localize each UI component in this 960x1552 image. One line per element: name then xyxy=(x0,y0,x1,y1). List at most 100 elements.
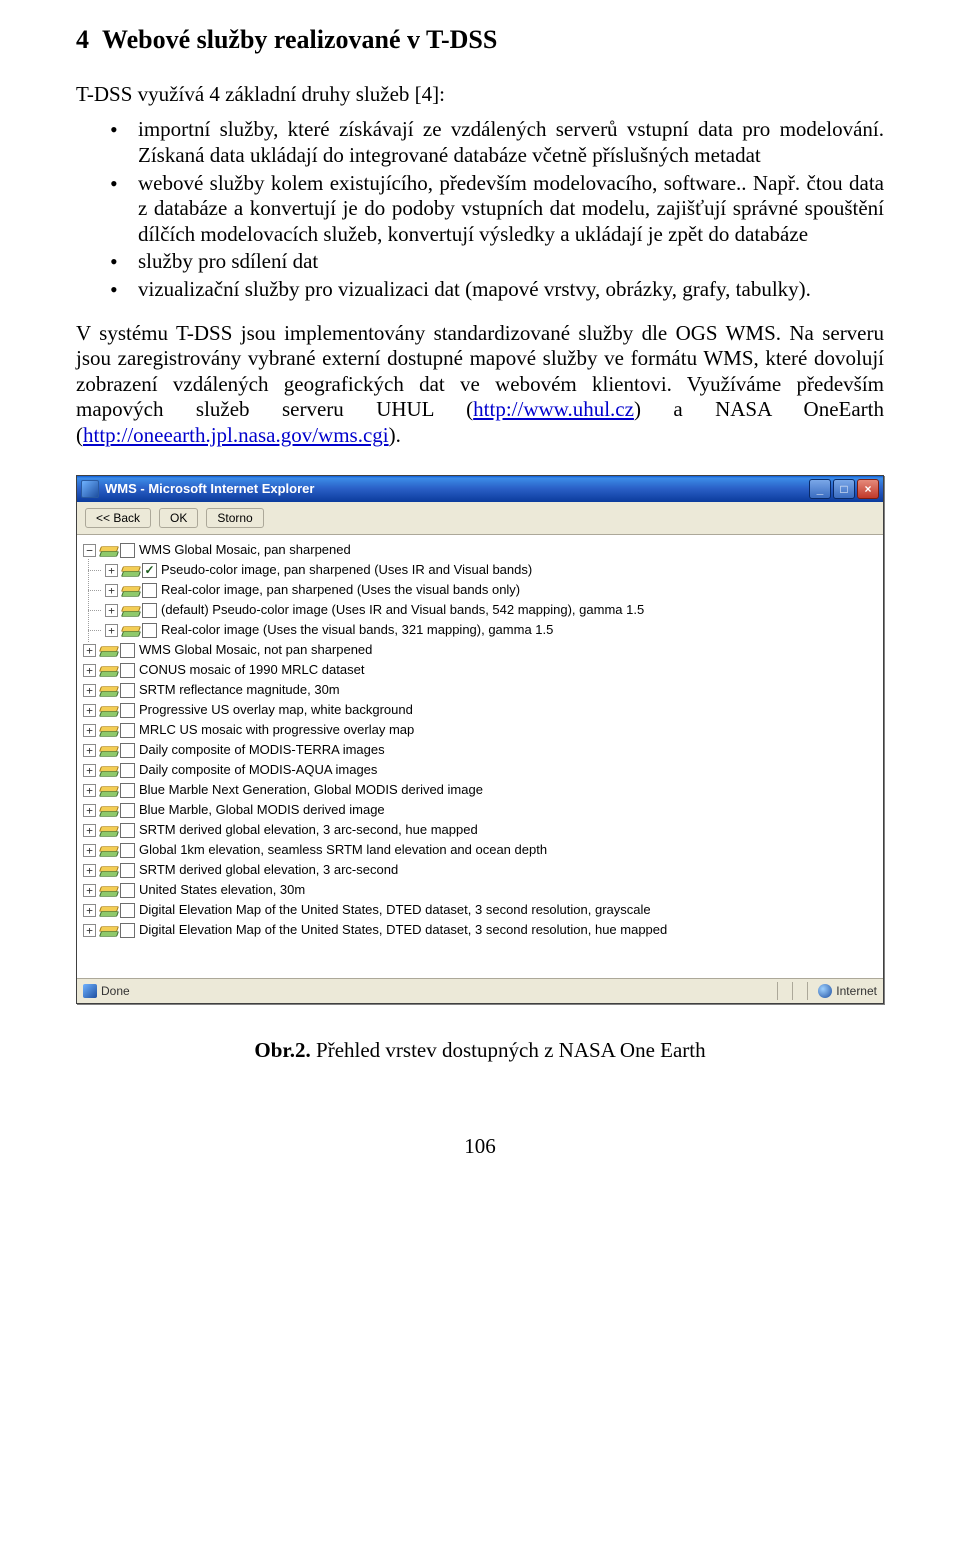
tree-node-label: Digital Elevation Map of the United Stat… xyxy=(139,902,651,918)
back-button[interactable]: << Back xyxy=(85,508,151,529)
expand-icon[interactable]: + xyxy=(105,564,118,577)
tree-scroll-area[interactable]: − WMS Global Mosaic, pan sharpened +Pseu… xyxy=(77,535,883,978)
layers-icon xyxy=(100,864,116,876)
expand-icon[interactable]: + xyxy=(83,864,96,877)
status-zone-text: Internet xyxy=(836,984,877,999)
layer-checkbox[interactable] xyxy=(120,723,135,738)
tree-node-label: Blue Marble Next Generation, Global MODI… xyxy=(139,782,483,798)
tree-node[interactable]: +United States elevation, 30m xyxy=(83,880,879,900)
page-number: 106 xyxy=(76,1134,884,1160)
layer-checkbox[interactable] xyxy=(142,603,157,618)
tree-node[interactable]: +SRTM reflectance magnitude, 30m xyxy=(83,680,879,700)
layer-checkbox[interactable] xyxy=(120,863,135,878)
ok-button[interactable]: OK xyxy=(159,508,198,529)
expand-icon[interactable]: + xyxy=(83,744,96,757)
expand-icon[interactable]: + xyxy=(83,844,96,857)
layer-checkbox[interactable] xyxy=(142,623,157,638)
layer-checkbox[interactable] xyxy=(120,703,135,718)
tree-child-node[interactable]: +Real-color image (Uses the visual bands… xyxy=(83,620,879,640)
expand-icon[interactable]: + xyxy=(105,624,118,637)
tree-node-label: Blue Marble, Global MODIS derived image xyxy=(139,802,385,818)
layers-icon xyxy=(100,764,116,776)
tree-node[interactable]: +Daily composite of MODIS-AQUA images xyxy=(83,760,879,780)
layer-checkbox[interactable] xyxy=(120,883,135,898)
expand-icon[interactable]: + xyxy=(83,764,96,777)
tree-node[interactable]: +Digital Elevation Map of the United Sta… xyxy=(83,920,879,940)
storno-button[interactable]: Storno xyxy=(206,508,263,529)
expand-icon[interactable]: + xyxy=(83,804,96,817)
tree-node[interactable]: + Blue Marble, Global MODIS derived image xyxy=(83,800,879,820)
layer-checkbox[interactable] xyxy=(120,803,135,818)
close-button[interactable]: × xyxy=(857,479,879,499)
ie-window: WMS - Microsoft Internet Explorer _ □ × … xyxy=(76,475,884,1005)
layer-checkbox[interactable] xyxy=(120,823,135,838)
tree-child-node[interactable]: +Pseudo-color image, pan sharpened (Uses… xyxy=(83,560,879,580)
maximize-button[interactable]: □ xyxy=(833,479,855,499)
tree-node[interactable]: +Daily composite of MODIS-TERRA images xyxy=(83,740,879,760)
para-text: ). xyxy=(389,423,401,447)
uhul-link[interactable]: http://www.uhul.cz xyxy=(473,397,634,421)
layers-icon xyxy=(100,744,116,756)
caption-label: Obr.2. xyxy=(254,1038,310,1062)
layers-icon xyxy=(100,784,116,796)
expand-icon[interactable]: + xyxy=(105,584,118,597)
expand-icon[interactable]: + xyxy=(83,884,96,897)
tree-node[interactable]: + SRTM derived global elevation, 3 arc-se… xyxy=(83,860,879,880)
tree-child-node[interactable]: + Real-color image, pan sharpened (Uses t… xyxy=(83,580,879,600)
expand-icon[interactable]: + xyxy=(83,644,96,657)
layers-icon xyxy=(100,544,116,556)
layer-checkbox[interactable] xyxy=(120,923,135,938)
divider xyxy=(792,982,793,1000)
divider xyxy=(807,982,808,1000)
layer-checkbox[interactable] xyxy=(120,543,135,558)
oneearth-link[interactable]: http://oneearth.jpl.nasa.gov/wms.cgi xyxy=(83,423,389,447)
layer-checkbox[interactable] xyxy=(142,583,157,598)
expand-icon[interactable]: + xyxy=(83,724,96,737)
layer-checkbox[interactable] xyxy=(142,563,157,578)
tree-node[interactable]: + Blue Marble Next Generation, Global MOD… xyxy=(83,780,879,800)
tree-node[interactable]: +WMS Global Mosaic, not pan sharpened xyxy=(83,640,879,660)
intro-paragraph: T-DSS využívá 4 základní druhy služeb [4… xyxy=(76,82,884,108)
divider xyxy=(777,982,778,1000)
list-item: vizualizační služby pro vizualizaci dat … xyxy=(138,277,884,303)
tree-node[interactable]: +Global 1km elevation, seamless SRTM lan… xyxy=(83,840,879,860)
layers-icon xyxy=(100,924,116,936)
list-item: importní služby, které získávají ze vzdá… xyxy=(138,117,884,168)
expand-icon[interactable]: + xyxy=(83,824,96,837)
layer-checkbox[interactable] xyxy=(120,843,135,858)
caption-text: Přehled vrstev dostupných z NASA One Ear… xyxy=(311,1038,706,1062)
tree-node-label: MRLC US mosaic with progressive overlay … xyxy=(139,722,414,738)
expand-icon[interactable]: + xyxy=(83,924,96,937)
tree-node-label: SRTM derived global elevation, 3 arc-sec… xyxy=(139,862,398,878)
layer-checkbox[interactable] xyxy=(120,663,135,678)
tree-node[interactable]: − WMS Global Mosaic, pan sharpened xyxy=(83,540,879,560)
layer-checkbox[interactable] xyxy=(120,763,135,778)
expand-icon[interactable]: + xyxy=(83,904,96,917)
layers-icon xyxy=(100,704,116,716)
layer-tree: − WMS Global Mosaic, pan sharpened +Pseu… xyxy=(77,536,883,950)
tree-node[interactable]: + Digital Elevation Map of the United Sta… xyxy=(83,900,879,920)
layer-checkbox[interactable] xyxy=(120,783,135,798)
tree-node-label: Real-color image, pan sharpened (Uses th… xyxy=(161,582,520,598)
layer-checkbox[interactable] xyxy=(120,683,135,698)
expand-icon[interactable]: + xyxy=(105,604,118,617)
expand-icon[interactable]: + xyxy=(83,704,96,717)
status-done-text: Done xyxy=(101,984,130,999)
layer-checkbox[interactable] xyxy=(120,643,135,658)
tree-node[interactable]: +Progressive US overlay map, white backg… xyxy=(83,700,879,720)
tree-node[interactable]: +CONUS mosaic of 1990 MRLC dataset xyxy=(83,660,879,680)
window-titlebar[interactable]: WMS - Microsoft Internet Explorer _ □ × xyxy=(77,476,883,502)
collapse-icon[interactable]: − xyxy=(83,544,96,557)
expand-icon[interactable]: + xyxy=(83,784,96,797)
tree-node[interactable]: + MRLC US mosaic with progressive overlay… xyxy=(83,720,879,740)
minimize-button[interactable]: _ xyxy=(809,479,831,499)
ie-icon xyxy=(81,480,99,498)
tree-node[interactable]: +SRTM derived global elevation, 3 arc-se… xyxy=(83,820,879,840)
layers-icon xyxy=(122,604,138,616)
tree-child-node[interactable]: +(default) Pseudo-color image (Uses IR a… xyxy=(83,600,879,620)
layer-checkbox[interactable] xyxy=(120,743,135,758)
section-number: 4 xyxy=(76,25,89,54)
layer-checkbox[interactable] xyxy=(120,903,135,918)
expand-icon[interactable]: + xyxy=(83,664,96,677)
expand-icon[interactable]: + xyxy=(83,684,96,697)
